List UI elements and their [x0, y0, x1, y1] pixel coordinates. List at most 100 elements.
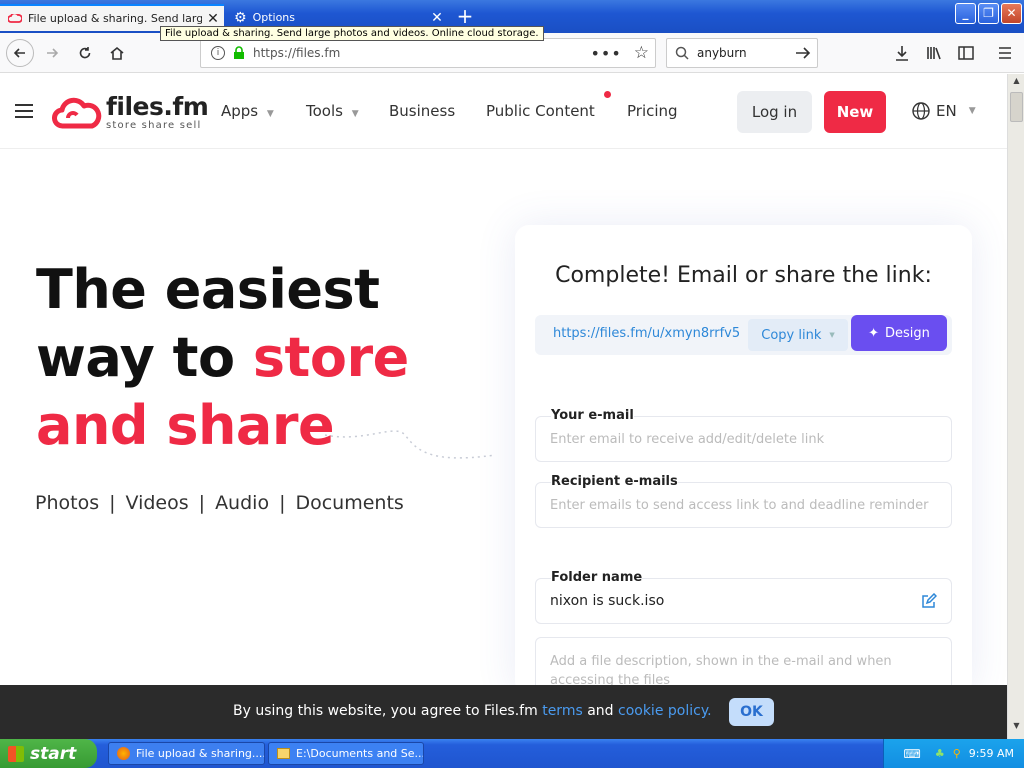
login-button[interactable]: Log in	[737, 91, 812, 133]
taskbar-item-explorer[interactable]: E:\Documents and Se...	[268, 742, 424, 765]
folder-name-value: nixon is suck.iso	[550, 593, 665, 609]
edit-icon[interactable]	[921, 593, 937, 609]
category-separator: |	[109, 492, 116, 514]
arrow-right-icon	[47, 48, 59, 58]
scroll-up-icon[interactable]: ▲	[1010, 76, 1023, 90]
folder-icon	[277, 748, 290, 759]
description-placeholder: Add a file description, shown in the e-m…	[550, 654, 892, 685]
nav-public-content[interactable]: Public Content	[486, 102, 595, 120]
library-button[interactable]	[920, 39, 948, 67]
home-icon	[110, 46, 124, 60]
taskbar-item-browser[interactable]: File upload & sharing....	[108, 742, 265, 765]
reload-button[interactable]	[71, 39, 99, 67]
hero-section: The easiest way to store and share Photo…	[0, 150, 1007, 685]
language-selector[interactable]: EN ▼	[912, 102, 976, 120]
url-bar[interactable]: i https://files.fm ••• ☆	[200, 38, 656, 68]
network-icon[interactable]: ♣	[935, 747, 945, 760]
share-link-text[interactable]: https://files.fm/u/xmyn8rrfv5	[553, 326, 740, 341]
vertical-scrollbar[interactable]: ▲ ▼	[1007, 74, 1024, 739]
info-icon[interactable]: i	[211, 46, 225, 60]
lock-icon	[234, 46, 244, 59]
menu-button[interactable]	[991, 39, 1019, 67]
sidebar-icon	[958, 46, 974, 60]
url-text: https://files.fm	[253, 46, 341, 60]
tab-label: File upload & sharing. Send large p	[28, 12, 202, 25]
copy-link-label: Copy link	[761, 327, 822, 343]
recipient-placeholder: Enter emails to send access link to and …	[550, 497, 929, 513]
back-button[interactable]	[6, 39, 34, 67]
decorative-dotted-curve	[324, 430, 496, 459]
hamburger-menu-icon	[999, 47, 1011, 59]
arrow-left-icon	[13, 48, 25, 58]
gear-icon: ⚙	[234, 9, 247, 26]
page-actions-icon[interactable]: •••	[590, 44, 621, 63]
site-menu-icon[interactable]	[15, 103, 33, 119]
sparkle-icon: ✦	[868, 325, 879, 341]
notification-dot	[604, 91, 611, 98]
scroll-down-icon[interactable]: ▼	[1010, 721, 1023, 735]
tab-close-icon[interactable]: ✕	[202, 11, 224, 27]
chevron-down-icon: ▼	[829, 331, 835, 339]
share-link-box: https://files.fm/u/xmyn8rrfv5 Copy link …	[535, 315, 952, 355]
scrollbar-thumb[interactable]	[1010, 92, 1023, 122]
chevron-down-icon: ▼	[266, 109, 274, 119]
nav-business[interactable]: Business	[389, 102, 455, 120]
search-input[interactable]: anyburn	[697, 46, 795, 60]
nav-tools[interactable]: Tools ▼	[306, 102, 359, 120]
windows-logo-icon	[8, 745, 24, 762]
cloud-logo-icon	[52, 97, 102, 128]
clock: 9:59 AM	[968, 747, 1014, 760]
search-tray-icon[interactable]: ⚲	[953, 747, 961, 760]
site-header: files.fm store share sell Apps ▼ Tools ▼…	[0, 74, 1007, 149]
terms-link[interactable]: terms	[542, 703, 583, 719]
forward-button[interactable]	[38, 39, 66, 67]
tab-label: Options	[252, 11, 296, 24]
chevron-down-icon: ▼	[968, 106, 976, 116]
copy-link-button[interactable]: Copy link ▼	[748, 319, 848, 351]
card-title: Complete! Email or share the link:	[555, 263, 932, 288]
files-fm-favicon-icon	[8, 13, 22, 23]
start-button[interactable]: start	[0, 739, 97, 768]
start-label: start	[30, 743, 77, 764]
hero-title-line-3: and share	[36, 394, 335, 457]
globe-icon	[912, 102, 930, 120]
search-go-icon[interactable]	[795, 46, 811, 60]
downloads-button[interactable]	[888, 39, 916, 67]
nav-pricing[interactable]: Pricing	[627, 102, 678, 120]
tab-tooltip: File upload & sharing. Send large photos…	[160, 26, 544, 41]
minimize-button[interactable]: _	[955, 3, 976, 24]
cookie-ok-button[interactable]: OK	[729, 698, 774, 726]
tab-close-icon[interactable]: ✕	[426, 10, 448, 26]
bookmark-star-icon[interactable]: ☆	[634, 43, 649, 63]
sidebar-button[interactable]	[952, 39, 980, 67]
new-button[interactable]: New	[824, 91, 886, 133]
design-label: Design	[885, 325, 930, 341]
home-button[interactable]	[103, 39, 131, 67]
email-placeholder: Enter email to receive add/edit/delete l…	[550, 431, 825, 447]
nav-apps-label: Apps	[221, 102, 259, 120]
language-label: EN	[936, 102, 957, 120]
recipient-label: Recipient e-mails	[551, 474, 678, 489]
maximize-button[interactable]: ❐	[978, 3, 999, 24]
taskbar-item-label: E:\Documents and Se...	[296, 747, 424, 760]
cookie-text: By using this website, you agree to File…	[233, 703, 712, 719]
logo-name: files.fm	[106, 92, 209, 121]
download-icon	[896, 46, 908, 61]
search-bar[interactable]: anyburn	[666, 38, 818, 68]
description-field[interactable]: Add a file description, shown in the e-m…	[535, 637, 952, 685]
taskbar-item-label: File upload & sharing....	[136, 747, 265, 760]
upload-complete-card: Complete! Email or share the link: https…	[515, 225, 972, 685]
cookie-text-and: and	[582, 703, 618, 719]
nav-apps[interactable]: Apps ▼	[221, 102, 274, 120]
design-button[interactable]: ✦ Design	[851, 315, 947, 351]
category-photos: Photos	[35, 492, 100, 514]
library-icon	[927, 47, 941, 60]
keyboard-icon[interactable]: ⌨	[904, 747, 921, 761]
system-tray: ⌨ ♣ ⚲ 9:59 AM	[883, 739, 1024, 768]
cookie-text-main: By using this website, you agree to File…	[233, 703, 543, 719]
window-close-button[interactable]: ✕	[1001, 3, 1022, 24]
reload-icon	[79, 47, 91, 59]
category-documents: Documents	[295, 492, 404, 514]
cookie-policy-link[interactable]: cookie policy.	[618, 703, 712, 719]
site-logo[interactable]: files.fm store share sell	[52, 92, 209, 131]
